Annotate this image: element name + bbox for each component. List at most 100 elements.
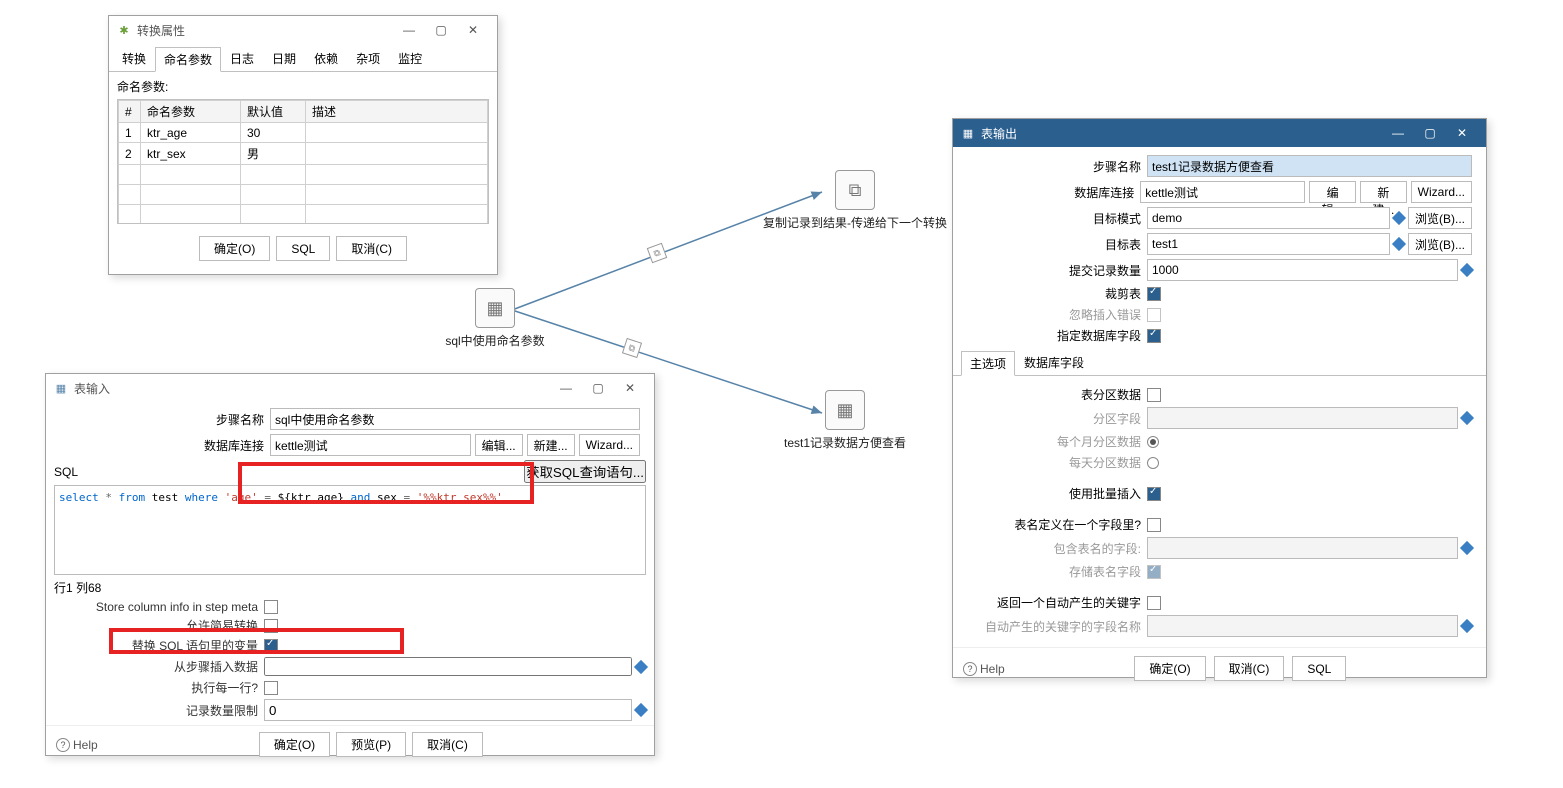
cancel-button[interactable]: 取消(C) xyxy=(412,732,483,757)
bulk-insert-check[interactable] xyxy=(1147,487,1161,501)
var-icon xyxy=(1392,237,1406,251)
tablename-field-combo xyxy=(1147,537,1458,559)
var-icon xyxy=(1460,263,1474,277)
partition-check[interactable] xyxy=(1147,388,1161,402)
params-table[interactable]: # 命名参数 默认值 描述 1ktr_age30 2ktr_sex男 xyxy=(118,100,488,224)
window-transform-props: ✱ 转换属性 — ▢ ✕ 转换 命名参数 日志 日期 依赖 杂项 监控 命名参数… xyxy=(108,15,498,275)
window-table-input: ▦ 表输入 — ▢ ✕ 步骤名称 数据库连接 编辑... 新建... Wizar… xyxy=(45,373,655,756)
tab-misc[interactable]: 杂项 xyxy=(347,46,389,71)
tab-date[interactable]: 日期 xyxy=(263,46,305,71)
col-num: # xyxy=(119,101,141,123)
ok-button[interactable]: 确定(O) xyxy=(1134,656,1205,681)
truncate-check[interactable] xyxy=(1147,287,1161,301)
help-link[interactable]: ?Help xyxy=(56,738,98,752)
sql-editor[interactable]: select * from test where 'age' = ${ktr_a… xyxy=(54,485,646,575)
table-output-icon: ▦ xyxy=(961,126,975,140)
titlebar[interactable]: ✱ 转换属性 — ▢ ✕ xyxy=(109,16,497,44)
partition-label: 表分区数据 xyxy=(967,386,1147,403)
minimize-button[interactable]: — xyxy=(550,377,582,399)
titlebar[interactable]: ▦ 表输出 — ▢ ✕ xyxy=(953,119,1486,147)
tab-log[interactable]: 日志 xyxy=(221,46,263,71)
table-row[interactable]: 1ktr_age30 xyxy=(119,123,488,143)
var-icon xyxy=(1460,619,1474,633)
edit-button[interactable]: 编辑... xyxy=(1309,181,1356,203)
per-month-label: 每个月分区数据 xyxy=(967,433,1147,450)
per-day-radio xyxy=(1147,457,1159,469)
allow-simple-check[interactable] xyxy=(264,619,278,633)
cancel-button[interactable]: 取消(C) xyxy=(336,236,407,261)
sql-button[interactable]: SQL xyxy=(276,236,330,261)
return-autokey-check[interactable] xyxy=(1147,596,1161,610)
ignore-err-check xyxy=(1147,308,1161,322)
store-tablename-label: 存储表名字段 xyxy=(967,563,1147,580)
spec-fields-check[interactable] xyxy=(1147,329,1161,343)
bulk-insert-label: 使用批量插入 xyxy=(967,485,1147,502)
new-button[interactable]: 新建... xyxy=(1360,181,1407,203)
titlebar[interactable]: ▦ 表输入 — ▢ ✕ xyxy=(46,374,654,402)
window-table-output: ▦ 表输出 — ▢ ✕ 步骤名称 数据库连接编辑...新建...Wizard..… xyxy=(952,118,1487,678)
target-table-label: 目标表 xyxy=(967,236,1147,253)
step-name-label: 步骤名称 xyxy=(60,411,270,428)
minimize-button[interactable]: — xyxy=(393,19,425,41)
target-schema-input[interactable] xyxy=(1147,207,1390,229)
ok-button[interactable]: 确定(O) xyxy=(259,732,330,757)
db-conn-combo[interactable] xyxy=(1140,181,1305,203)
db-conn-combo[interactable] xyxy=(270,434,471,456)
minimize-button[interactable]: — xyxy=(1382,122,1414,144)
target-schema-label: 目标模式 xyxy=(967,210,1147,227)
cursor-status: 行1 列68 xyxy=(54,575,646,600)
new-button[interactable]: 新建... xyxy=(527,434,575,456)
canvas-node-output[interactable]: ▦ test1记录数据方便查看 xyxy=(755,390,935,451)
get-sql-button[interactable]: 获取SQL查询语句... xyxy=(524,460,646,483)
commit-input[interactable] xyxy=(1147,259,1458,281)
ok-button[interactable]: 确定(O) xyxy=(199,236,270,261)
close-button[interactable]: ✕ xyxy=(457,19,489,41)
store-tablename-check xyxy=(1147,565,1161,579)
canvas-node-copy[interactable]: ⧉ 复制记录到结果-传递给下一个转换 xyxy=(755,170,955,231)
help-link[interactable]: ?Help xyxy=(963,662,1005,676)
replace-sql-check[interactable] xyxy=(264,639,278,653)
record-limit-input[interactable] xyxy=(264,699,632,721)
tab-deps[interactable]: 依赖 xyxy=(305,46,347,71)
step-name-input[interactable] xyxy=(270,408,640,430)
per-row-check[interactable] xyxy=(264,681,278,695)
tab-named-params[interactable]: 命名参数 xyxy=(155,47,221,72)
maximize-button[interactable]: ▢ xyxy=(425,19,457,41)
close-button[interactable]: ✕ xyxy=(1446,122,1478,144)
from-step-combo[interactable] xyxy=(264,657,632,676)
tabs: 转换 命名参数 日志 日期 依赖 杂项 监控 xyxy=(109,44,497,72)
col-name: 命名参数 xyxy=(141,101,241,123)
target-table-input[interactable] xyxy=(1147,233,1390,255)
spec-fields-label: 指定数据库字段 xyxy=(967,327,1147,344)
cancel-button[interactable]: 取消(C) xyxy=(1214,656,1285,681)
browse-table-button[interactable]: 浏览(B)... xyxy=(1408,233,1472,255)
tab-main[interactable]: 主选项 xyxy=(961,351,1015,376)
tablename-infield-check[interactable] xyxy=(1147,518,1161,532)
table-input-icon: ▦ xyxy=(54,381,68,395)
maximize-button[interactable]: ▢ xyxy=(582,377,614,399)
var-icon xyxy=(634,703,648,717)
maximize-button[interactable]: ▢ xyxy=(1414,122,1446,144)
table-output-icon: ▦ xyxy=(825,390,865,430)
distribute-icon: ⧉ xyxy=(622,338,642,358)
sql-label: SQL xyxy=(54,465,524,479)
tab-transform[interactable]: 转换 xyxy=(113,46,155,71)
table-row[interactable]: 2ktr_sex男 xyxy=(119,143,488,165)
wizard-button[interactable]: Wizard... xyxy=(1411,181,1472,203)
tab-db-fields[interactable]: 数据库字段 xyxy=(1015,350,1093,375)
tab-monitor[interactable]: 监控 xyxy=(389,46,431,71)
return-autokey-label: 返回一个自动产生的关键字 xyxy=(967,594,1147,611)
preview-button[interactable]: 预览(P) xyxy=(336,732,406,757)
step-name-input[interactable] xyxy=(1147,155,1472,177)
store-info-check[interactable] xyxy=(264,600,278,614)
close-button[interactable]: ✕ xyxy=(614,377,646,399)
edit-button[interactable]: 编辑... xyxy=(475,434,523,456)
wizard-button[interactable]: Wizard... xyxy=(579,434,640,456)
browse-schema-button[interactable]: 浏览(B)... xyxy=(1408,207,1472,229)
store-info-label: Store column info in step meta xyxy=(54,600,264,614)
record-limit-label: 记录数量限制 xyxy=(54,702,264,719)
col-desc: 描述 xyxy=(306,101,488,123)
replace-sql-label: 替换 SQL 语句里的变量 xyxy=(54,637,264,654)
canvas-node-sql[interactable]: ▦ sql中使用命名参数 xyxy=(405,288,585,349)
sql-button[interactable]: SQL xyxy=(1292,656,1346,681)
